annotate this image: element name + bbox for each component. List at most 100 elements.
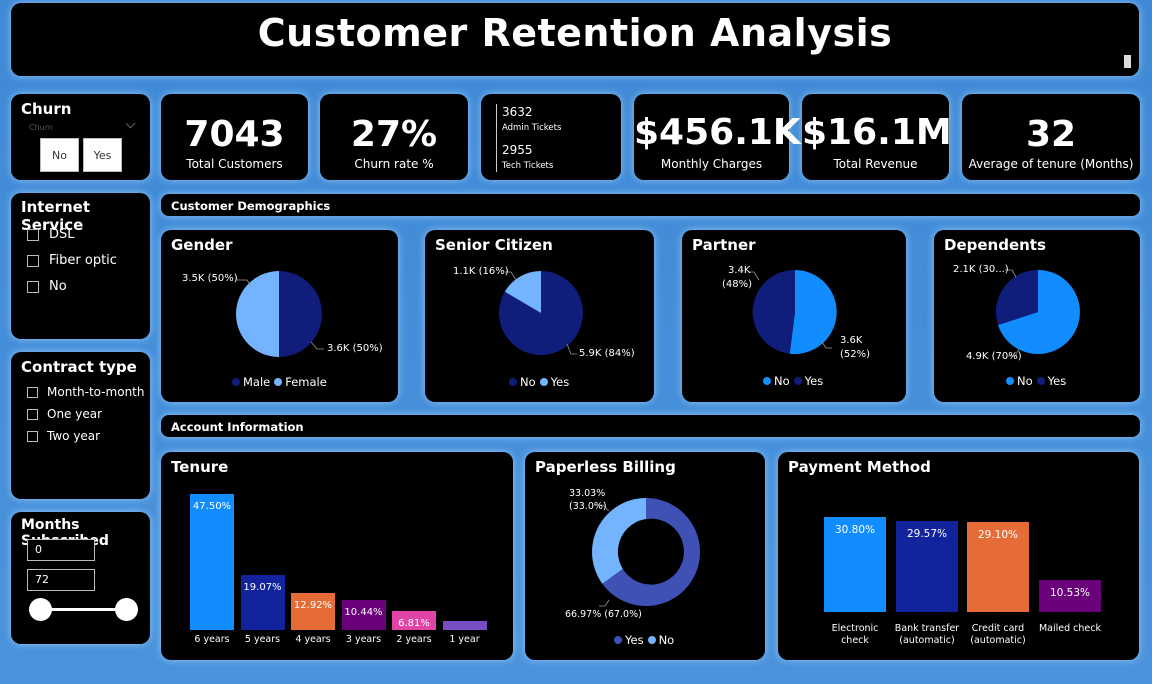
kpi-total-revenue: $16.1M Total Revenue: [802, 94, 952, 180]
axis-category-label: 4 years: [295, 634, 331, 645]
option-label: Month-to-month: [47, 385, 145, 399]
chart-legend: Male Female: [228, 375, 327, 389]
slice-label-no-count: 3.6K: [840, 335, 863, 346]
kpi-label: Monthly Charges: [660, 157, 763, 171]
contract-option-one-year[interactable]: One year: [27, 407, 102, 421]
kpi-label: Average of tenure (Months): [968, 157, 1134, 171]
bar-data-label: 29.10%: [977, 529, 1019, 542]
legend-dot: [793, 377, 802, 385]
internet-option-no[interactable]: No: [27, 279, 67, 294]
axis-category-label: Electronic check: [831, 623, 879, 646]
legend-dot: [509, 378, 517, 386]
section-customer-demographics: Customer Demographics: [161, 194, 1140, 216]
legend-label: Yes: [804, 374, 824, 388]
legend-dot: [274, 378, 283, 386]
tenure-chart-card: Tenure 47.50% 6 years 19.07% 5 years 12.92% 4…: [161, 452, 513, 660]
checkbox-icon[interactable]: [27, 430, 38, 442]
bar-1-year: [442, 621, 487, 630]
legend-label: No: [520, 375, 536, 389]
legend-label: Yes: [625, 633, 644, 647]
kpi-value: 7043: [184, 114, 285, 155]
bar-data-label: 10.44%: [344, 607, 383, 619]
leader-line: [821, 341, 832, 349]
kpi-value: 32: [1025, 114, 1077, 155]
range-slider-min-handle[interactable]: [29, 598, 52, 621]
paperless-billing-chart-card: Paperless Billing 33.03% (33.0%) 66.97% …: [525, 452, 765, 660]
churn-dropdown-label: Churn: [29, 123, 53, 132]
legend-dot: [232, 378, 240, 386]
internet-option-fiber[interactable]: Fiber optic: [27, 253, 117, 268]
chevron-down-icon[interactable]: [125, 118, 136, 129]
title-bar: Customer Retention Analysis: [11, 3, 1139, 76]
pie-slice-male: [279, 271, 322, 357]
partner-chart-card: Partner 3.4K (48%) 3.6K (52%) No Yes: [682, 230, 906, 402]
axis-category-label: Mailed check: [1038, 623, 1101, 634]
scroll-handle[interactable]: [1124, 55, 1131, 68]
chart-legend: No Yes: [759, 374, 823, 388]
churn-slicer: Churn Churn No Yes: [11, 94, 150, 180]
churn-no-button[interactable]: No: [40, 138, 79, 172]
range-slider-max-handle[interactable]: [115, 598, 138, 621]
legend-dot: [614, 636, 622, 644]
kpi-churn-rate: 27% Churn rate %: [320, 94, 468, 180]
legend-label: Yes: [550, 375, 570, 389]
slice-label-yes: 66.97% (67.0%): [565, 609, 642, 620]
bar-data-label: 29.57%: [906, 527, 948, 540]
axis-category-label: 1 year: [449, 634, 480, 645]
senior-citizen-chart-card: Senior Citizen 1.1K (16%) 5.9K (84%) No …: [425, 230, 654, 402]
contract-option-month[interactable]: Month-to-month: [27, 385, 145, 399]
range-min-input[interactable]: 0: [27, 539, 95, 561]
axis-category-label: Credit card (automatic): [970, 623, 1026, 646]
chart-legend: No Yes: [505, 375, 569, 389]
kpi-monthly-charges: $456.1K Monthly Charges: [634, 94, 801, 180]
chart-legend: Yes No: [610, 633, 674, 647]
bar-data-label: 19.07%: [243, 582, 282, 594]
page-title: Customer Retention Analysis: [257, 11, 893, 55]
option-label: No: [49, 279, 67, 294]
slice-label-no-share: (33.0%): [569, 501, 607, 512]
legend-label: Female: [285, 375, 327, 389]
admin-tickets-value: 3632: [502, 105, 533, 119]
churn-yes-button[interactable]: Yes: [83, 138, 122, 172]
admin-tickets-label: Admin Tickets: [502, 123, 562, 133]
kpi-average-tenure: 32 Average of tenure (Months): [962, 94, 1140, 180]
kpi-value: $456.1K: [634, 112, 801, 153]
axis-category-label: 2 years: [396, 634, 432, 645]
legend-dot: [1006, 377, 1014, 385]
axis-category-label: 3 years: [345, 634, 382, 645]
section-title: Customer Demographics: [171, 199, 331, 213]
tickets-divider: [496, 104, 497, 172]
checkbox-icon[interactable]: [27, 386, 38, 398]
contract-option-two-year[interactable]: Two year: [27, 429, 100, 443]
kpi-label: Total Revenue: [833, 157, 918, 171]
checkbox-icon[interactable]: [27, 408, 38, 420]
checkbox-icon[interactable]: [27, 254, 39, 267]
legend-dot: [763, 377, 771, 385]
paperless-donut-svg: [592, 498, 701, 607]
bar-data-label: 6.81%: [398, 617, 430, 629]
dependents-chart-card: Dependents 2.1K (30...) 4.9K (70%) No Ye…: [934, 230, 1140, 402]
kpi-label: Total Customers: [186, 157, 283, 171]
range-max-input[interactable]: 72: [27, 569, 95, 591]
contract-type-title: Contract type: [21, 358, 137, 376]
axis-category-label: Bank transfer (automatic): [894, 623, 960, 646]
kpi-tickets: 3632 Admin Tickets 2955 Tech Tickets: [481, 94, 621, 180]
bar-data-label: 10.53%: [1049, 586, 1091, 599]
checkbox-icon[interactable]: [27, 280, 39, 293]
axis-category-label: 5 years: [244, 634, 281, 645]
pie-slice-yes: [752, 269, 795, 354]
bar-4-years: [291, 593, 335, 630]
legend-label: Male: [243, 375, 271, 389]
legend-dot: [539, 378, 548, 386]
legend-label: No: [1017, 374, 1033, 388]
chart-legend: No Yes: [1002, 374, 1066, 388]
legend-dot: [1036, 377, 1045, 385]
gender-chart-card: Gender 3.5K (50%) 3.6K (50%) Male Female: [161, 230, 398, 402]
internet-option-dsl[interactable]: DSL: [27, 227, 75, 242]
legend-label: No: [774, 374, 790, 388]
slice-label-yes-pct: (48%): [722, 279, 753, 290]
tech-tickets-label: Tech Tickets: [502, 161, 554, 171]
bar-data-label: 30.80%: [834, 524, 876, 536]
option-label: Two year: [47, 429, 101, 443]
checkbox-icon[interactable]: [27, 228, 39, 241]
